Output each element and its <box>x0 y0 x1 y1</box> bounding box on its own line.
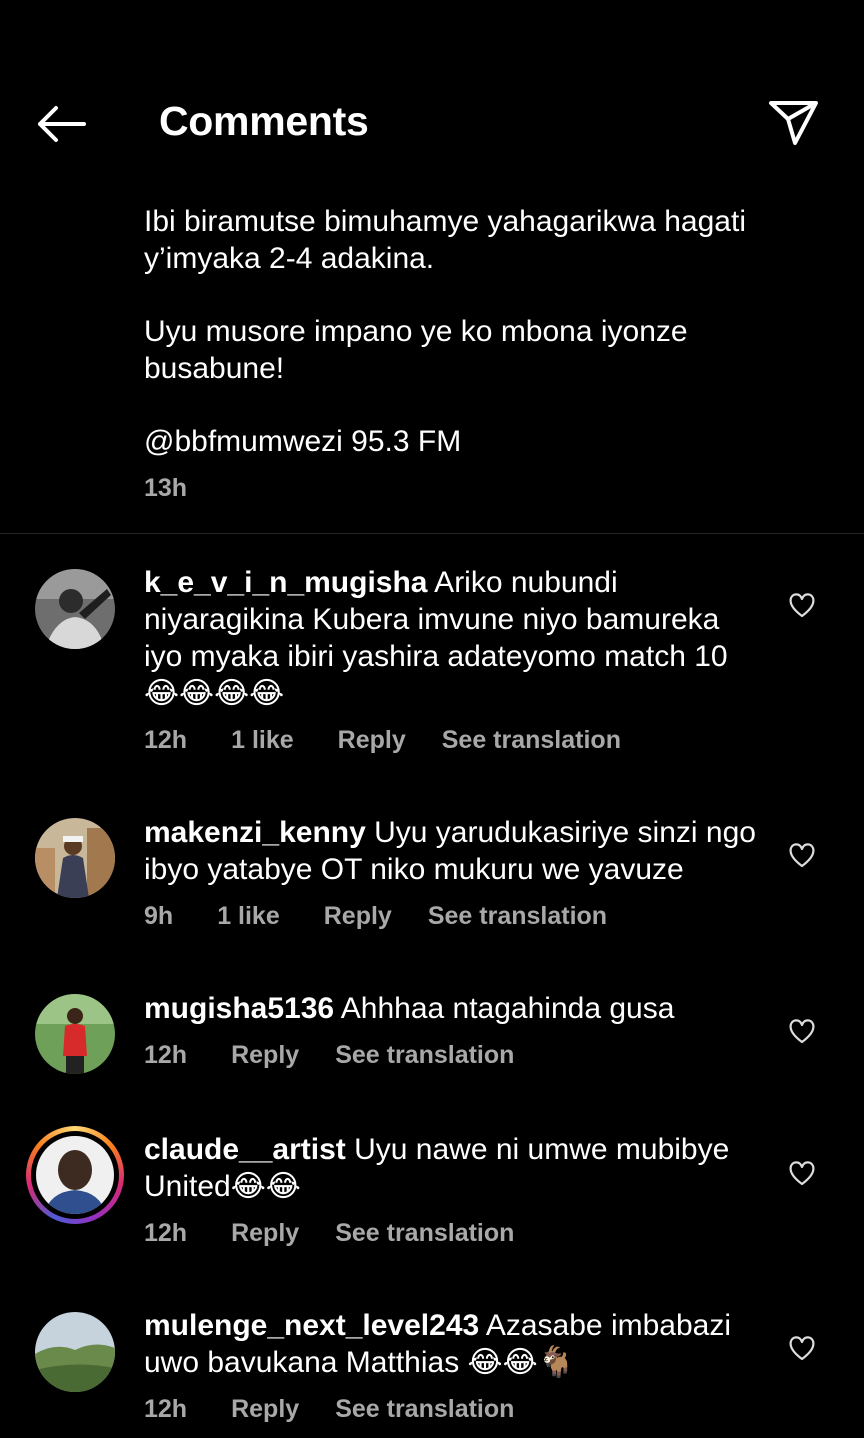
caption-paragraph: Uyu musore impano ye ko mbona iyonze bus… <box>144 315 688 385</box>
comment-likes[interactable]: 1 like <box>217 902 280 931</box>
comment-time: 12h <box>144 726 188 754</box>
reply-button[interactable]: Reply <box>231 1041 299 1070</box>
comment-time: 12h <box>144 1219 188 1247</box>
comment-text: makenzi_kenny Uyu yarudukasiriye sinzi n… <box>144 814 764 888</box>
back-arrow-icon[interactable] <box>34 102 90 146</box>
comment-username[interactable]: makenzi_kenny <box>144 816 366 849</box>
comment-username[interactable]: mugisha5136 <box>144 992 334 1025</box>
comment-username[interactable]: mulenge_next_level243 <box>144 1309 479 1342</box>
page-title: Comments <box>159 98 369 144</box>
comment-likes[interactable]: 1 like <box>231 726 294 755</box>
reply-button[interactable]: Reply <box>338 726 406 755</box>
comment-text: claude__artist Uyu nawe ni umwe mubibye … <box>144 1131 764 1205</box>
comment-content: Ahhhaa ntagahinda gusa <box>334 992 675 1025</box>
reply-button[interactable]: Reply <box>324 902 392 931</box>
divider <box>0 533 864 534</box>
see-translation-button[interactable]: See translation <box>335 1041 514 1070</box>
see-translation-button[interactable]: See translation <box>428 902 607 931</box>
comment-username[interactable]: claude__artist <box>144 1133 346 1166</box>
comment-meta: 12h Reply See translation <box>144 1041 558 1070</box>
comment-username[interactable]: k_e_v_i_n_mugisha <box>144 566 428 599</box>
avatar-story-ring[interactable] <box>26 1126 124 1224</box>
comment-text: k_e_v_i_n_mugisha Ariko nubundi niyaragi… <box>144 564 764 712</box>
comment-time: 12h <box>144 1041 188 1069</box>
header: Comments <box>0 0 864 190</box>
avatar[interactable] <box>35 569 115 649</box>
caption-paragraph: Ibi biramutse bimuhamye yahagarikwa haga… <box>144 205 746 275</box>
comment-meta: 12h 1 like Reply See translation <box>144 726 665 755</box>
mention-link[interactable]: @bbfmumwezi <box>144 425 343 458</box>
caption-text: 95.3 FM <box>342 425 462 458</box>
comment-text: mugisha5136 Ahhhaa ntagahinda gusa <box>144 990 764 1027</box>
see-translation-button[interactable]: See translation <box>335 1395 514 1424</box>
avatar[interactable] <box>35 1312 115 1392</box>
comment-meta: 12h Reply See translation <box>144 1219 558 1248</box>
see-translation-button[interactable]: See translation <box>335 1219 514 1248</box>
reply-button[interactable]: Reply <box>231 1395 299 1424</box>
post-caption: Ibi biramutse bimuhamye yahagarikwa haga… <box>144 203 824 507</box>
avatar <box>36 1136 114 1214</box>
heart-icon[interactable] <box>788 1335 816 1361</box>
see-translation-button[interactable]: See translation <box>442 726 621 755</box>
comment-meta: 12h Reply See translation <box>144 1395 558 1424</box>
heart-icon[interactable] <box>788 592 816 618</box>
reply-button[interactable]: Reply <box>231 1219 299 1248</box>
comment-time: 9h <box>144 902 174 930</box>
avatar-ring-gap <box>31 1131 119 1219</box>
heart-icon[interactable] <box>788 842 816 868</box>
comment-time: 12h <box>144 1395 188 1423</box>
avatar[interactable] <box>35 994 115 1074</box>
caption-timestamp: 13h <box>144 474 188 502</box>
heart-icon[interactable] <box>788 1160 816 1186</box>
heart-icon[interactable] <box>788 1018 816 1044</box>
share-icon[interactable] <box>766 98 822 148</box>
comment-meta: 9h 1 like Reply See translation <box>144 902 651 931</box>
avatar[interactable] <box>35 818 115 898</box>
caption-mention-line: @bbfmumwezi 95.3 FM <box>144 423 824 460</box>
comment-text: mulenge_next_level243 Azasabe imbabazi u… <box>144 1307 764 1381</box>
